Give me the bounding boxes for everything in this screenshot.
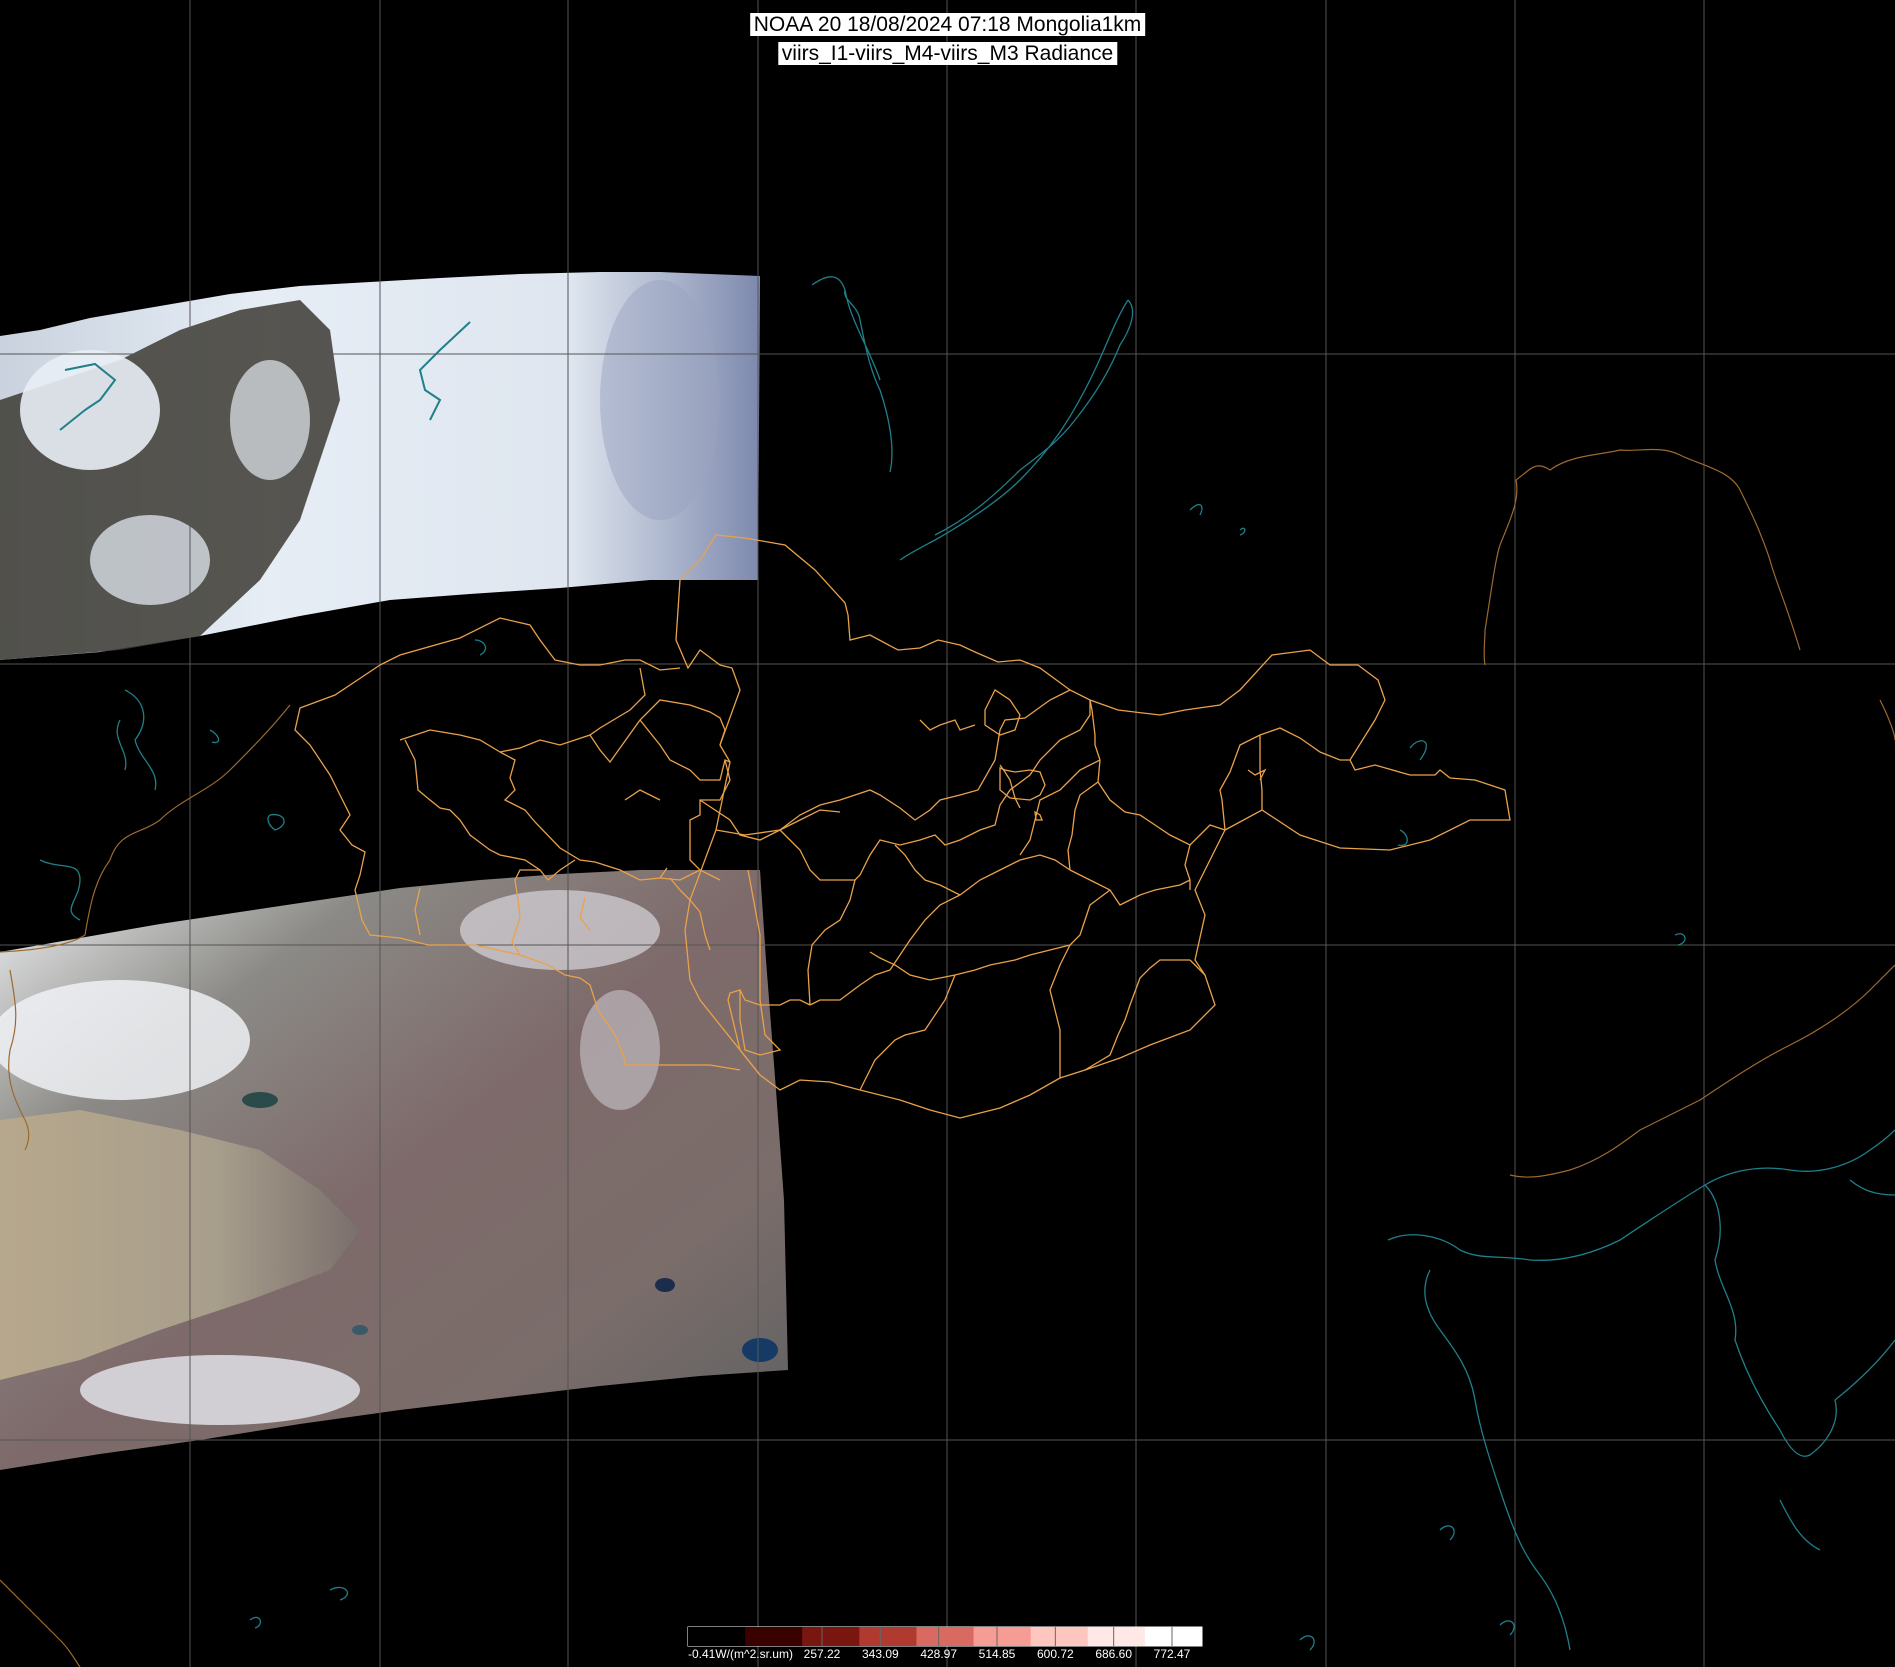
colorbar-legend: -0.41W/(m^2.sr.um) 257.22 343.09 428.97 514… (687, 1626, 1203, 1661)
colorbar-swatch (1087, 1627, 1146, 1646)
colorbar-swatch (1144, 1627, 1203, 1646)
colorbar-unit-label: -0.41W/(m^2.sr.um) (688, 1647, 793, 1661)
colorbar-tick-label: 428.97 (920, 1647, 957, 1661)
colorbar-tick-label: 514.85 (979, 1647, 1016, 1661)
colorbar-swatch (916, 1627, 975, 1646)
colorbar-swatch (859, 1627, 917, 1646)
colorbar-swatch (688, 1627, 746, 1646)
colorbar-swatch (973, 1627, 1032, 1646)
colorbar-tick-label: 257.22 (804, 1647, 841, 1661)
colorbar-swatch (1030, 1627, 1089, 1646)
colorbar-tick-label: 343.09 (862, 1647, 899, 1661)
colorbar-tick-label: 600.72 (1037, 1647, 1074, 1661)
satellite-map: -0.41W/(m^2.sr.um) 257.22 343.09 428.97 514… (0, 0, 1895, 1667)
colorbar-swatch (802, 1627, 860, 1646)
colorbar-swatch (745, 1627, 803, 1646)
colorbar-tick-label: 772.47 (1154, 1647, 1191, 1661)
colorbar-ramp (688, 1627, 1203, 1646)
title-line-2: viirs_I1-viirs_M4-viirs_M3 Radiance (777, 42, 1118, 65)
title-line-1: NOAA 20 18/08/2024 07:18 Mongolia1km (749, 13, 1146, 36)
colorbar-tick-label: 686.60 (1095, 1647, 1132, 1661)
